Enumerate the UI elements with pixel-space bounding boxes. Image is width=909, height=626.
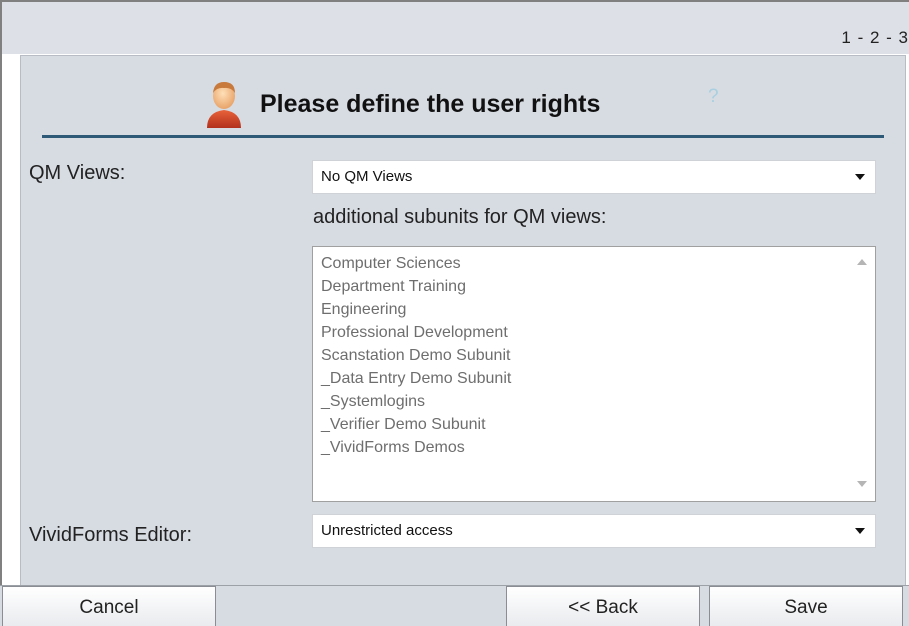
- qm-views-label: QM Views:: [29, 162, 126, 184]
- listbox-scrollbar[interactable]: [849, 247, 875, 501]
- list-item[interactable]: Professional Development: [321, 321, 845, 344]
- panel-header: Please define the user rights ?: [21, 56, 905, 136]
- qm-views-selected-value: No QM Views: [321, 168, 413, 185]
- page-title: Please define the user rights: [260, 90, 601, 118]
- list-item[interactable]: _VividForms Demos: [321, 436, 845, 459]
- back-button[interactable]: << Back: [506, 586, 700, 626]
- user-icon: [207, 82, 241, 128]
- user-rights-panel: Please define the user rights ? QM Views…: [20, 55, 906, 586]
- subunits-label: additional subunits for QM views:: [313, 206, 607, 228]
- list-item[interactable]: Engineering: [321, 298, 845, 321]
- vividforms-editor-label: VividForms Editor:: [29, 524, 193, 546]
- qm-views-select[interactable]: No QM Views: [312, 160, 876, 194]
- scroll-down-icon[interactable]: [857, 481, 867, 487]
- vividforms-editor-select[interactable]: Unrestricted access: [312, 514, 876, 548]
- button-bar: Cancel << Back Save: [0, 585, 909, 626]
- top-bar: 1 - 2 - 3: [2, 2, 909, 54]
- step-indicator: 1 - 2 - 3: [841, 28, 909, 47]
- list-item[interactable]: _Data Entry Demo Subunit: [321, 367, 845, 390]
- help-icon[interactable]: ?: [708, 86, 719, 108]
- vividforms-editor-selected-value: Unrestricted access: [321, 522, 453, 539]
- header-divider: [42, 135, 884, 138]
- subunits-listbox[interactable]: Computer Sciences Department Training En…: [312, 246, 876, 502]
- list-item[interactable]: Computer Sciences: [321, 252, 845, 275]
- scroll-up-icon[interactable]: [857, 259, 867, 265]
- list-item[interactable]: Department Training: [321, 275, 845, 298]
- subunits-list: Computer Sciences Department Training En…: [321, 252, 845, 459]
- cancel-button[interactable]: Cancel: [2, 586, 216, 626]
- list-item[interactable]: Scanstation Demo Subunit: [321, 344, 845, 367]
- list-item[interactable]: _Verifier Demo Subunit: [321, 413, 845, 436]
- chevron-down-icon: [855, 174, 865, 180]
- chevron-down-icon: [855, 528, 865, 534]
- save-button[interactable]: Save: [709, 586, 903, 626]
- list-item[interactable]: _Systemlogins: [321, 390, 845, 413]
